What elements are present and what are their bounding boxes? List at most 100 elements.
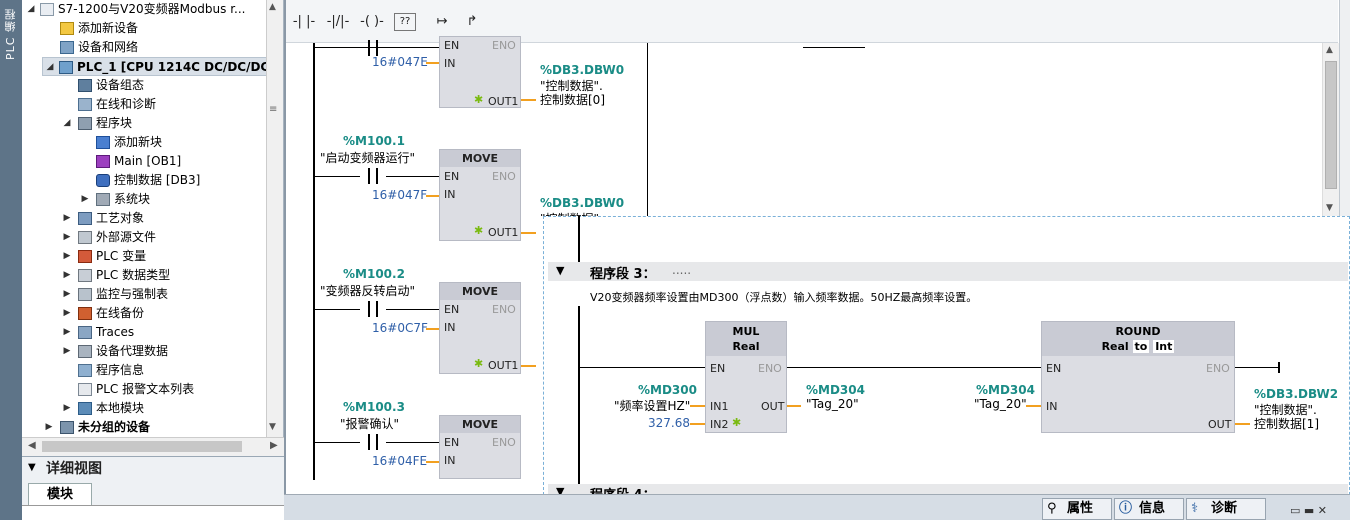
open-branch-button[interactable]: ↦ xyxy=(428,11,456,33)
editor-scroll-thumb[interactable] xyxy=(1325,61,1337,189)
collapse-icon[interactable]: ◢ xyxy=(45,62,55,72)
tree-item-db3[interactable]: 控制数据 [DB3] xyxy=(96,171,200,190)
expand-icon[interactable]: ▶ xyxy=(62,346,72,356)
collapse-icon[interactable]: ◢ xyxy=(62,118,72,128)
rung2-tag[interactable]: "变频器反转启动" xyxy=(320,282,415,299)
round-out-tag-elem[interactable]: 控制数据[1] xyxy=(1254,415,1319,432)
rung2-const[interactable]: 16#0C7F xyxy=(372,321,428,335)
tree-item-devices-networks[interactable]: 设备和网络 xyxy=(60,38,138,57)
tree-item-tech-objects[interactable]: ▶ 工艺对象 xyxy=(62,209,144,228)
tree-item-system-blocks[interactable]: ▶ 系统块 xyxy=(80,190,150,209)
close-branch-button[interactable]: ↱ xyxy=(458,11,486,33)
tree-hscroll-thumb[interactable] xyxy=(42,441,242,452)
tree-item-device-proxy[interactable]: ▶ 设备代理数据 xyxy=(62,342,168,361)
tab-properties[interactable]: ⚲ 属性 xyxy=(1042,498,1112,520)
rung2-addr[interactable]: %M100.2 xyxy=(343,267,405,281)
contact-rung0[interactable] xyxy=(360,40,386,56)
nc-contact-button[interactable]: -|/|- xyxy=(324,11,352,33)
rung3-addr[interactable]: %M100.3 xyxy=(343,400,405,414)
network3-header[interactable]: ▼ 程序段 3： ..... xyxy=(548,262,1348,282)
mul-out-tag[interactable]: "Tag_20" xyxy=(806,397,859,411)
move-block-0[interactable]: EN ENO IN OUT1 ✱ xyxy=(439,36,521,108)
scroll-down-icon[interactable]: ▼ xyxy=(269,422,276,432)
move-block-3[interactable]: MOVE EN ENO IN xyxy=(439,415,521,479)
expand-icon[interactable]: ▶ xyxy=(62,289,72,299)
collapse-icon[interactable]: ▼ xyxy=(28,462,36,473)
add-input-icon[interactable]: ✱ xyxy=(474,224,483,237)
scroll-right-icon[interactable]: ▶ xyxy=(270,440,278,451)
scroll-down-icon[interactable]: ▼ xyxy=(1326,203,1333,213)
tab-diagnostics[interactable]: ⚕ 诊断 xyxy=(1186,498,1266,520)
tree-item-external-sources[interactable]: ▶ 外部源文件 xyxy=(62,228,156,247)
expand-icon[interactable]: ▶ xyxy=(62,270,72,280)
tree-item-project[interactable]: ◢ S7-1200与V20变频器Modbus r... xyxy=(26,0,245,19)
tab-modules[interactable]: 模块 xyxy=(28,483,92,505)
round-block[interactable]: ROUND Real to Int EN ENO IN OUT xyxy=(1041,321,1235,433)
rung0-const[interactable]: 16#047E xyxy=(372,55,428,69)
move-block-1[interactable]: MOVE EN ENO IN OUT1 ✱ xyxy=(439,149,521,241)
round-out-addr[interactable]: %DB3.DBW2 xyxy=(1254,387,1338,401)
network3-comment[interactable]: V20变频器频率设置由MD300（浮点数）输入频率数据。50HZ最高频率设置。 xyxy=(590,289,977,305)
tree-item-plc-data-types[interactable]: ▶ PLC 数据类型 xyxy=(62,266,170,285)
empty-box-button[interactable]: ?? xyxy=(394,13,416,31)
move-block-2[interactable]: MOVE EN ENO IN OUT1 ✱ xyxy=(439,282,521,374)
tree-item-plc-tags[interactable]: ▶ PLC 变量 xyxy=(62,247,146,266)
rung3-const[interactable]: 16#04FE xyxy=(372,454,427,468)
tree-item-local-modules[interactable]: ▶ 本地模块 xyxy=(62,399,144,418)
expand-icon[interactable]: ▶ xyxy=(44,422,54,432)
rung3-tag[interactable]: "报警确认" xyxy=(340,415,399,432)
mul-block[interactable]: MUL Real EN ENO IN1 OUT IN2 ✱ xyxy=(705,321,787,433)
tree-vertical-scrollbar[interactable]: ▲ ≡ ▼ xyxy=(266,0,283,437)
add-input-icon[interactable]: ✱ xyxy=(474,93,483,106)
mul-out-addr[interactable]: %MD304 xyxy=(806,383,865,397)
no-contact-button[interactable]: -| |- xyxy=(290,11,318,33)
tree-item-alarm-texts[interactable]: PLC 报警文本列表 xyxy=(78,380,194,399)
tree-item-traces[interactable]: ▶ Traces xyxy=(62,323,134,342)
tree-item-online-backup[interactable]: ▶ 在线备份 xyxy=(62,304,144,323)
expand-icon[interactable]: ▶ xyxy=(62,213,72,223)
tree-item-device-config[interactable]: 设备组态 xyxy=(78,76,144,95)
round-in-tag[interactable]: "Tag_20" xyxy=(974,397,1027,411)
tree-item-watch-force[interactable]: ▶ 监控与强制表 xyxy=(62,285,168,304)
scroll-up-icon[interactable]: ▲ xyxy=(269,2,276,12)
contact-m100-1[interactable] xyxy=(360,168,386,184)
rung1-addr[interactable]: %M100.1 xyxy=(343,134,405,148)
mul-in1-addr[interactable]: %MD300 xyxy=(638,383,697,397)
round-in-addr[interactable]: %MD304 xyxy=(976,383,1035,397)
mul-in1-tag[interactable]: "频率设置HZ" xyxy=(614,397,690,414)
tree-item-program-blocks[interactable]: ◢ 程序块 xyxy=(62,114,132,133)
rung0-out-tag-elem[interactable]: 控制数据[0] xyxy=(540,91,605,108)
expand-icon[interactable]: ▶ xyxy=(62,251,72,261)
tree-item-main-ob1[interactable]: Main [OB1] xyxy=(96,152,181,171)
tree-item-program-info[interactable]: 程序信息 xyxy=(78,361,144,380)
contact-m100-2[interactable] xyxy=(360,301,386,317)
tab-info[interactable]: ⓘ 信息 xyxy=(1114,498,1184,520)
portal-side-strip[interactable]: PLC 编程 xyxy=(0,0,22,520)
expand-icon[interactable]: ▶ xyxy=(62,232,72,242)
collapse-icon[interactable]: ◢ xyxy=(26,4,36,14)
coil-button[interactable]: -( )- xyxy=(358,11,386,33)
rung1-const[interactable]: 16#047F xyxy=(372,188,427,202)
rung1-out-addr[interactable]: %DB3.DBW0 xyxy=(540,196,624,210)
tree-item-online-diag[interactable]: 在线和诊断 xyxy=(78,95,156,114)
scroll-left-icon[interactable]: ◀ xyxy=(28,440,36,451)
tree-item-add-block[interactable]: 添加新块 xyxy=(96,133,162,152)
round-type-from[interactable]: Real xyxy=(1102,340,1129,353)
scroll-up-icon[interactable]: ▲ xyxy=(1326,45,1333,55)
expand-icon[interactable]: ▶ xyxy=(80,194,90,204)
collapse-icon[interactable]: ▼ xyxy=(556,264,564,277)
mul-in2-value[interactable]: 327.68 xyxy=(648,416,690,430)
expand-icon[interactable]: ▶ xyxy=(62,403,72,413)
add-input-icon[interactable]: ✱ xyxy=(732,416,741,429)
window-controls[interactable]: ▭ ▬ ✕ xyxy=(1290,504,1327,517)
rung0-out-addr[interactable]: %DB3.DBW0 xyxy=(540,63,624,77)
expand-icon[interactable]: ▶ xyxy=(62,327,72,337)
tree-item-plc1[interactable]: ◢ PLC_1 [CPU 1214C DC/DC/DC] xyxy=(42,57,280,76)
tree-item-add-device[interactable]: 添加新设备 xyxy=(60,19,138,38)
editor-vertical-scrollbar[interactable]: ▲ ▼ xyxy=(1322,43,1339,218)
round-type-to[interactable]: Int xyxy=(1153,340,1175,353)
rung1-tag[interactable]: "启动变频器运行" xyxy=(320,149,415,166)
contact-m100-3[interactable] xyxy=(360,434,386,450)
expand-icon[interactable]: ▶ xyxy=(62,308,72,318)
add-input-icon[interactable]: ✱ xyxy=(474,357,483,370)
